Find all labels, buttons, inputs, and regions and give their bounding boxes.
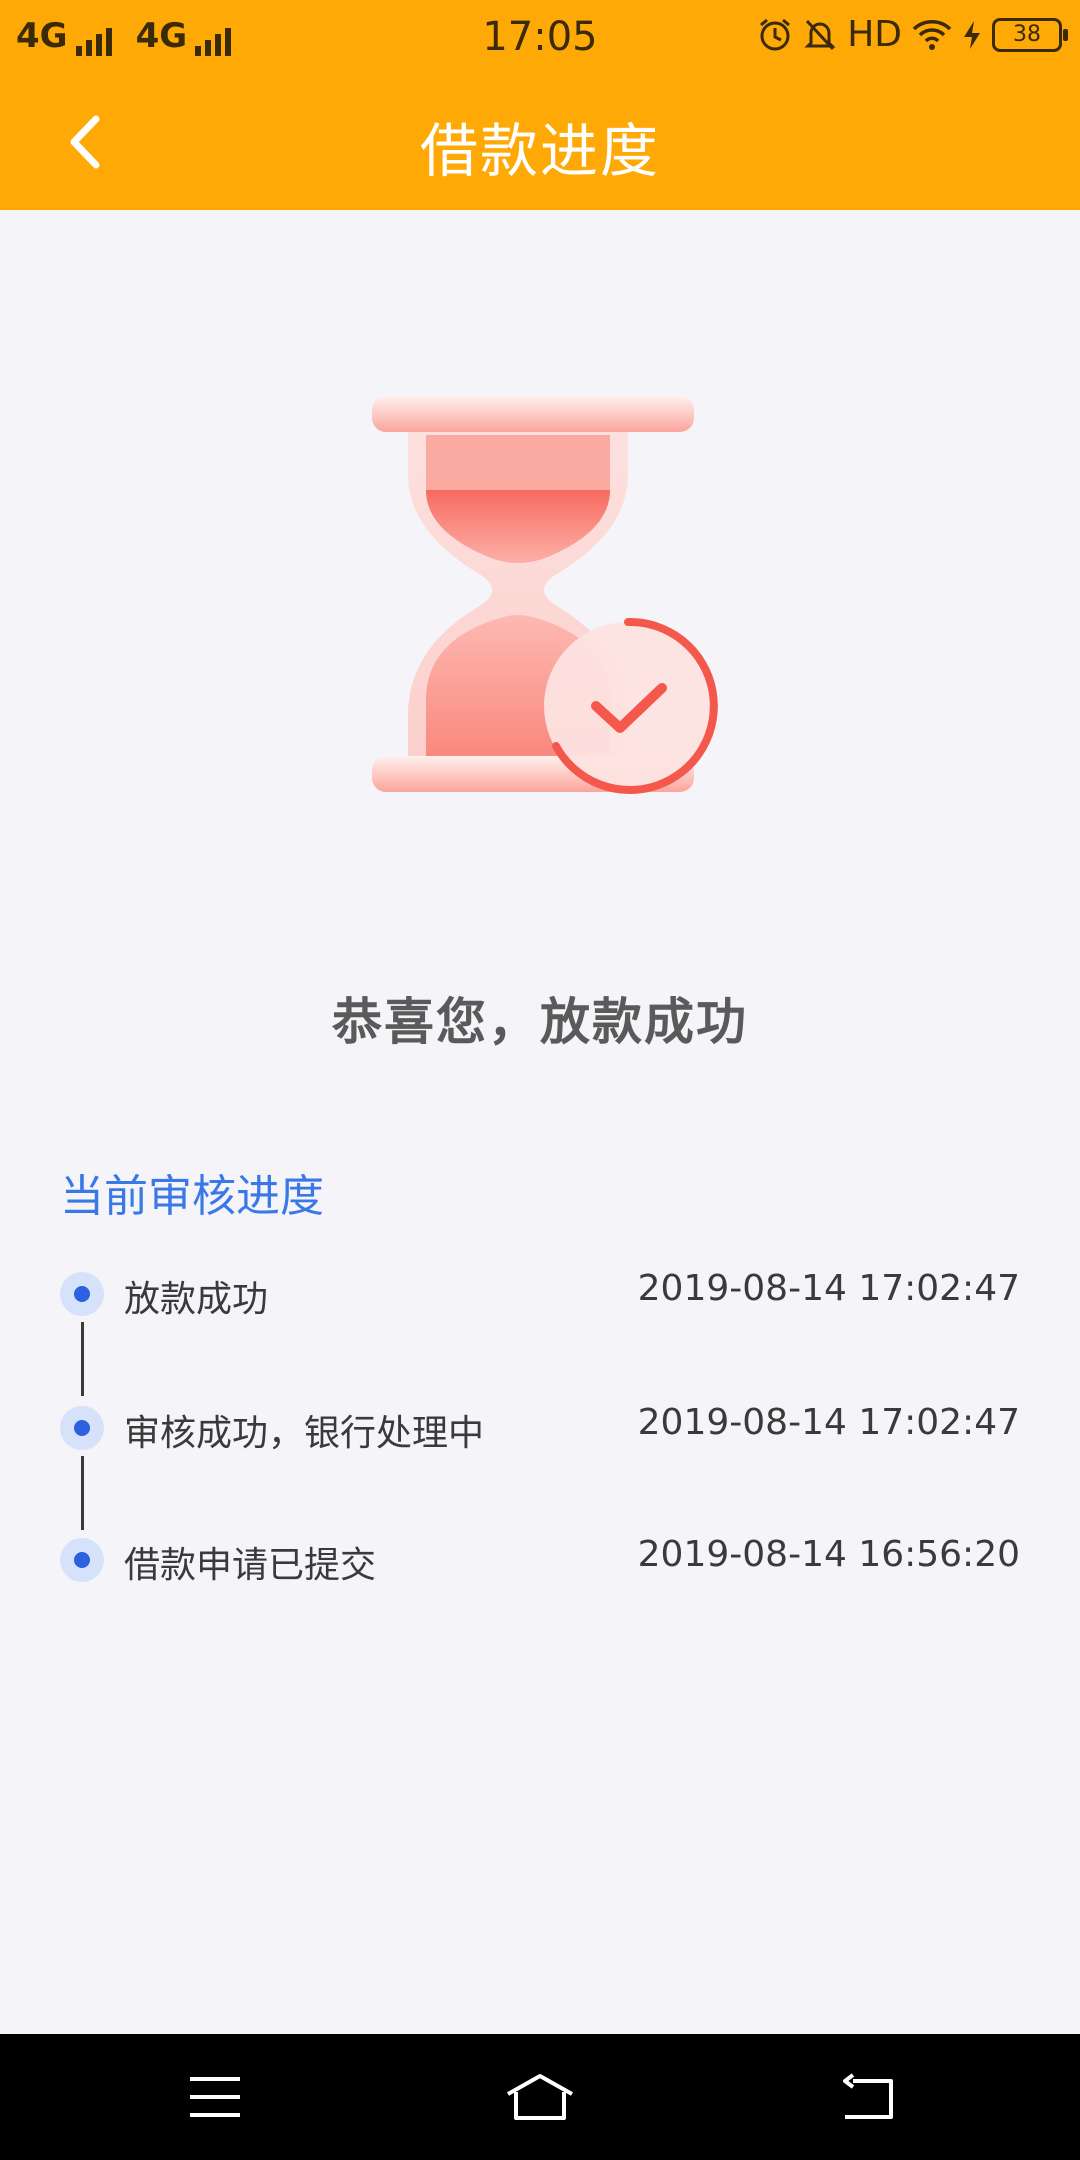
step-dot-icon xyxy=(60,1272,104,1316)
home-icon xyxy=(507,2074,573,2120)
battery-icon: 38 xyxy=(992,17,1068,52)
timeline-step: 审核成功，银行处理中 2019-08-14 17:02:47 xyxy=(60,1396,1020,1460)
step-label: 借款申请已提交 xyxy=(124,1545,377,1586)
timeline-step: 借款申请已提交 2019-08-14 16:56:20 xyxy=(60,1528,1020,1592)
home-button[interactable] xyxy=(485,2034,595,2160)
step-label: 放款成功 xyxy=(124,1279,269,1320)
step-dot-icon xyxy=(60,1406,104,1450)
page-title: 借款进度 xyxy=(419,117,660,185)
step-time: 2019-08-14 16:56:20 xyxy=(637,1534,1020,1575)
success-message: 恭喜您，放款成功 xyxy=(332,993,748,1051)
step-dot-icon xyxy=(60,1538,104,1582)
back-icon xyxy=(843,2073,893,2119)
alarm-icon xyxy=(760,18,791,50)
status-icons: HD 38 xyxy=(757,14,1068,55)
step-label: 审核成功，银行处理中 xyxy=(124,1413,485,1454)
timeline-step: 放款成功 2019-08-14 17:02:47 xyxy=(60,1262,1020,1326)
app-header: 4G 4G 17:05 HD 38 借款进度 xyxy=(0,0,1080,210)
check-circle-icon xyxy=(544,617,718,794)
step-time: 2019-08-14 17:02:47 xyxy=(637,1268,1020,1309)
wifi-icon xyxy=(912,19,952,50)
timeline-connector xyxy=(81,1322,84,1396)
step-time: 2019-08-14 17:02:47 xyxy=(637,1402,1020,1443)
charging-icon xyxy=(964,20,980,49)
system-back-button[interactable] xyxy=(812,2034,922,2160)
status-bar: 4G 4G 17:05 HD 38 xyxy=(0,0,1080,76)
timeline-connector xyxy=(81,1456,84,1530)
menu-icon xyxy=(190,2077,240,2117)
hd-label: HD xyxy=(847,14,902,55)
hourglass-illustration xyxy=(372,396,718,794)
progress-section-title: 当前审核进度 xyxy=(60,1171,324,1222)
system-nav-bar xyxy=(0,2034,1080,2160)
menu-button[interactable] xyxy=(160,2034,270,2160)
mute-bell-icon xyxy=(804,19,836,50)
